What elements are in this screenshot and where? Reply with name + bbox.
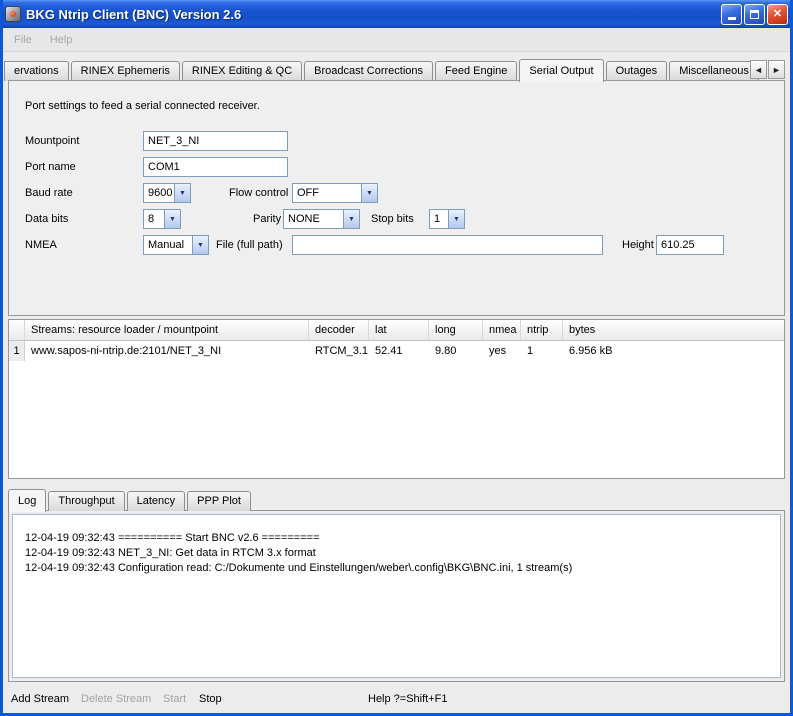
flow-control-label: Flow control bbox=[229, 187, 288, 199]
chevron-down-icon[interactable]: ▼ bbox=[343, 210, 359, 228]
cell-mountpoint: www.sapos-ni-ntrip.de:2101/NET_3_NI bbox=[25, 341, 309, 361]
chevron-down-icon[interactable]: ▼ bbox=[192, 236, 208, 254]
log-line: 12-04-19 09:32:43 ========== Start BNC v… bbox=[25, 531, 768, 546]
streams-table: Streams: resource loader / mountpoint de… bbox=[8, 319, 785, 479]
close-button[interactable]: ✕ bbox=[767, 4, 788, 25]
parity-value: NONE bbox=[284, 210, 343, 228]
baud-rate-label: Baud rate bbox=[25, 187, 73, 199]
tab-observations[interactable]: ervations bbox=[4, 61, 69, 81]
bottom-tab-bar: Log Throughput Latency PPP Plot bbox=[8, 488, 253, 511]
streams-table-header: Streams: resource loader / mountpoint de… bbox=[9, 320, 784, 341]
tab-broadcast-corrections[interactable]: Broadcast Corrections bbox=[304, 61, 433, 81]
chevron-down-icon[interactable]: ▼ bbox=[164, 210, 180, 228]
cell-long: 9.80 bbox=[429, 341, 483, 361]
height-input[interactable] bbox=[656, 235, 724, 255]
menu-file[interactable]: File bbox=[5, 31, 41, 49]
cell-nmea: yes bbox=[483, 341, 521, 361]
flow-control-select[interactable]: OFF ▼ bbox=[292, 183, 378, 203]
tab-rinex-ephemeris[interactable]: RINEX Ephemeris bbox=[71, 61, 180, 81]
cell-decoder: RTCM_3.1 bbox=[309, 341, 369, 361]
tab-rinex-editing-qc[interactable]: RINEX Editing & QC bbox=[182, 61, 302, 81]
minimize-button[interactable] bbox=[721, 4, 742, 25]
log-output[interactable]: 12-04-19 09:32:43 ========== Start BNC v… bbox=[12, 514, 781, 678]
baud-rate-value: 9600 bbox=[144, 184, 174, 202]
close-icon: ✕ bbox=[773, 9, 782, 20]
col-header-lat[interactable]: lat bbox=[369, 320, 429, 340]
data-bits-select[interactable]: 8 ▼ bbox=[143, 209, 181, 229]
nmea-label: NMEA bbox=[25, 239, 57, 251]
tab-serial-output[interactable]: Serial Output bbox=[519, 59, 603, 82]
cell-bytes: 6.956 kB bbox=[563, 341, 784, 361]
log-panel: 12-04-19 09:32:43 ========== Start BNC v… bbox=[8, 510, 785, 682]
chevron-down-icon[interactable]: ▼ bbox=[361, 184, 377, 202]
maximize-icon bbox=[750, 10, 759, 19]
stop-bits-value: 1 bbox=[430, 210, 448, 228]
tab-outages[interactable]: Outages bbox=[606, 61, 668, 81]
file-path-label: File (full path) bbox=[216, 239, 283, 251]
tab-scroll-right-icon[interactable]: ► bbox=[768, 60, 785, 79]
add-stream-button[interactable]: Add Stream bbox=[11, 693, 69, 705]
tab-miscellaneous[interactable]: Miscellaneous bbox=[669, 61, 759, 81]
nmea-value: Manual bbox=[144, 236, 192, 254]
start-button: Start bbox=[163, 693, 186, 705]
data-bits-value: 8 bbox=[144, 210, 164, 228]
tab-scroll-left-icon[interactable]: ◄ bbox=[750, 60, 767, 79]
titlebar[interactable]: BKG Ntrip Client (BNC) Version 2.6 ✕ bbox=[0, 0, 793, 28]
tab-log[interactable]: Log bbox=[8, 489, 46, 512]
window-controls: ✕ bbox=[721, 4, 788, 25]
port-name-label: Port name bbox=[25, 161, 76, 173]
app-window: BKG Ntrip Client (BNC) Version 2.6 ✕ Fil… bbox=[0, 0, 793, 716]
mountpoint-input[interactable] bbox=[143, 131, 288, 151]
tab-throughput[interactable]: Throughput bbox=[48, 491, 124, 511]
cell-lat: 52.41 bbox=[369, 341, 429, 361]
app-icon bbox=[5, 6, 21, 22]
parity-label: Parity bbox=[253, 213, 281, 225]
mountpoint-label: Mountpoint bbox=[25, 135, 79, 147]
port-name-input[interactable] bbox=[143, 157, 288, 177]
parity-select[interactable]: NONE ▼ bbox=[283, 209, 360, 229]
col-header-mountpoint[interactable]: Streams: resource loader / mountpoint bbox=[25, 320, 309, 340]
col-header-decoder[interactable]: decoder bbox=[309, 320, 369, 340]
tab-ppp-plot[interactable]: PPP Plot bbox=[187, 491, 251, 511]
nmea-select[interactable]: Manual ▼ bbox=[143, 235, 209, 255]
chevron-down-icon[interactable]: ▼ bbox=[174, 184, 190, 202]
menu-help[interactable]: Help bbox=[41, 31, 82, 49]
minimize-icon bbox=[728, 17, 736, 20]
chevron-down-icon[interactable]: ▼ bbox=[448, 210, 464, 228]
window-title: BKG Ntrip Client (BNC) Version 2.6 bbox=[26, 7, 721, 22]
flow-control-value: OFF bbox=[293, 184, 361, 202]
maximize-button[interactable] bbox=[744, 4, 765, 25]
log-line: 12-04-19 09:32:43 Configuration read: C:… bbox=[25, 561, 768, 576]
col-header-ntrip[interactable]: ntrip bbox=[521, 320, 563, 340]
stop-bits-select[interactable]: 1 ▼ bbox=[429, 209, 465, 229]
table-row[interactable]: 1 www.sapos-ni-ntrip.de:2101/NET_3_NI RT… bbox=[9, 341, 784, 361]
height-label: Height bbox=[622, 239, 654, 251]
file-path-input[interactable] bbox=[292, 235, 603, 255]
cell-ntrip: 1 bbox=[521, 341, 563, 361]
panel-description: Port settings to feed a serial connected… bbox=[25, 100, 260, 112]
row-number: 1 bbox=[9, 341, 25, 361]
col-header-nmea[interactable]: nmea bbox=[483, 320, 521, 340]
help-shortcut-label[interactable]: Help ?=Shift+F1 bbox=[368, 693, 448, 705]
stop-button[interactable]: Stop bbox=[199, 693, 222, 705]
col-header-bytes[interactable]: bytes bbox=[563, 320, 784, 340]
col-header-long[interactable]: long bbox=[429, 320, 483, 340]
top-tab-bar: ervations RINEX Ephemeris RINEX Editing … bbox=[8, 58, 785, 81]
serial-output-panel: Port settings to feed a serial connected… bbox=[8, 80, 785, 316]
delete-stream-button: Delete Stream bbox=[81, 693, 151, 705]
data-bits-label: Data bits bbox=[25, 213, 68, 225]
menubar: File Help bbox=[0, 28, 793, 52]
tab-feed-engine[interactable]: Feed Engine bbox=[435, 61, 517, 81]
stop-bits-label: Stop bits bbox=[371, 213, 414, 225]
row-number-header bbox=[9, 320, 25, 340]
log-line: 12-04-19 09:32:43 NET_3_NI: Get data in … bbox=[25, 546, 768, 561]
baud-rate-select[interactable]: 9600 ▼ bbox=[143, 183, 191, 203]
tab-latency[interactable]: Latency bbox=[127, 491, 186, 511]
tab-scroll-buttons: ◄ ► bbox=[749, 60, 785, 79]
